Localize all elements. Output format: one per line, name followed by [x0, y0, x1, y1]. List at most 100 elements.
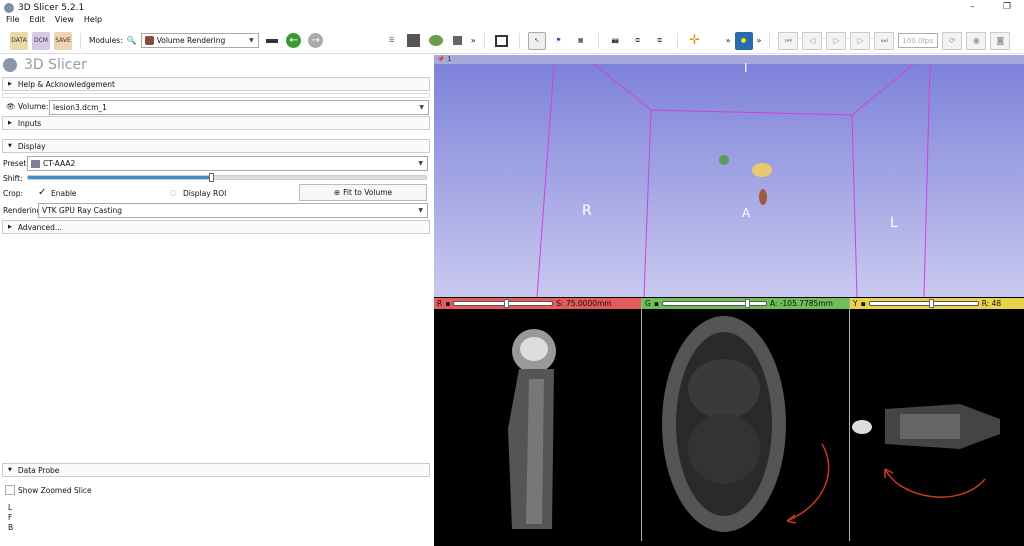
probe-info: L F B — [8, 503, 13, 533]
lesion-brown — [759, 189, 767, 205]
yellow-slice-bar[interactable]: Y ▪ R: 48 — [850, 298, 1024, 309]
first-frame-button[interactable]: ⏮ — [778, 31, 799, 50]
enable-checkbox[interactable]: ✓ — [38, 187, 46, 198]
crosshair-icon[interactable]: ✛ — [686, 32, 704, 50]
section-label: Data Probe — [17, 465, 60, 475]
slice-name: R — [437, 299, 443, 308]
volume-label: Volume: — [18, 102, 49, 111]
orientation-top: I — [744, 61, 748, 75]
annotation-arrow — [884, 468, 986, 498]
divider — [2, 93, 430, 98]
show-zoomed-slice-label: Show Zoomed Slice — [18, 486, 92, 495]
restore-button[interactable]: ❐ — [1003, 2, 1011, 12]
pin-icon[interactable]: ▪ — [861, 299, 866, 308]
pointer-mode-icon[interactable]: ↖ — [527, 31, 546, 50]
extensions-icon[interactable]: ● — [734, 31, 753, 50]
volumes-module-icon[interactable] — [405, 32, 423, 50]
layout-icon[interactable] — [493, 32, 511, 50]
preset-label: Preset: — [3, 159, 29, 168]
save-button[interactable]: SAVE — [54, 31, 72, 50]
data-module-icon[interactable]: ☰ — [383, 32, 401, 50]
red-slice-view[interactable] — [434, 309, 641, 541]
slice-name: G — [645, 299, 651, 308]
section-label: Display — [17, 141, 46, 151]
slice-slider-handle[interactable] — [929, 299, 935, 308]
load-data-button[interactable]: DATA — [10, 31, 28, 50]
volume-value: lesion3.dcm_1 — [53, 103, 107, 112]
slice-slider-handle[interactable] — [745, 299, 751, 308]
models-module-icon[interactable] — [427, 32, 445, 50]
data-probe-section-header[interactable]: ▼ Data Probe — [2, 463, 430, 477]
module-panel: 3D Slicer ▶ Help & Acknowledgement 👁 Volu… — [0, 55, 433, 546]
fps-input[interactable]: 100.0fps — [898, 33, 939, 48]
menu-file[interactable]: File — [6, 15, 19, 27]
shift-slider[interactable] — [27, 173, 427, 182]
view-index: 1 — [447, 56, 452, 63]
module-selected: Volume Rendering — [156, 36, 226, 45]
green-slice-view[interactable] — [642, 309, 849, 541]
rendering-selector[interactable]: VTK GPU Ray Casting ▼ — [38, 203, 428, 218]
menu-help[interactable]: Help — [84, 15, 102, 27]
probe-row: L — [8, 503, 13, 512]
orientation-left: R — [582, 203, 592, 219]
crop-label: Crop: — [3, 189, 24, 198]
next-frame-button[interactable]: ▷ — [850, 31, 871, 50]
fit-icon: ⊕ — [333, 188, 341, 197]
menu-bar: File Edit View Help — [0, 15, 102, 27]
display-section-header[interactable]: ▼ Display — [2, 139, 430, 153]
pin-icon[interactable]: ▪ — [654, 299, 659, 308]
display-roi-icon[interactable]: ◌ — [170, 188, 177, 197]
scene-view-icon[interactable]: ⧉ — [629, 32, 647, 50]
markup-place-icon[interactable]: ⚑ — [550, 32, 568, 50]
loop-button[interactable]: ⟳ — [942, 31, 963, 50]
3d-view[interactable] — [434, 64, 1024, 297]
green-slice-bar[interactable]: G ▪ A: -105.7785mm — [642, 298, 849, 309]
orientation-center: A — [742, 206, 751, 220]
module-search-icon[interactable]: 🔍 — [127, 36, 137, 45]
screenshot-icon[interactable]: 📷 — [607, 32, 625, 50]
volume-selector[interactable]: lesion3.dcm_1 ▼ — [49, 100, 429, 115]
more-toolbar-button-2[interactable]: » — [757, 36, 762, 45]
fit-to-volume-button[interactable]: ⊕ Fit to Volume — [299, 184, 427, 201]
show-zoomed-slice-checkbox[interactable] — [5, 485, 15, 495]
more-toolbar-button[interactable]: » — [726, 36, 731, 45]
preset-thumbnail-icon — [31, 159, 40, 168]
red-slice-bar[interactable]: R ▪ S: 75.0000mm — [434, 298, 641, 309]
more-modules-button[interactable]: » — [471, 36, 476, 45]
3d-view-bar[interactable]: 📌 1 — [434, 55, 1024, 64]
module-selector[interactable]: Volume Rendering ▼ — [140, 33, 259, 48]
forward-button[interactable]: → — [307, 32, 325, 50]
toolbar: DATA DCM SAVE Modules: 🔍 Volume Renderin… — [0, 28, 1024, 54]
preset-selector[interactable]: CT-AAA2 ▼ — [27, 156, 428, 171]
prev-frame-button[interactable]: ◁ — [802, 31, 823, 50]
dicom-button[interactable]: DCM — [32, 31, 50, 50]
annotation-arrow — [786, 443, 830, 522]
slider-handle[interactable] — [209, 173, 215, 182]
record-button[interactable]: ◉ — [966, 31, 987, 50]
pin-icon[interactable]: 📌 — [437, 56, 444, 63]
slice-offset: R: 48 — [981, 299, 1002, 308]
advanced-section-header[interactable]: ▶ Advanced... — [2, 220, 430, 234]
back-button[interactable]: ← — [285, 32, 303, 50]
help-section-header[interactable]: ▶ Help & Acknowledgement — [2, 77, 430, 91]
logo-text: 3D Slicer — [24, 57, 87, 73]
slider-fill — [28, 176, 212, 179]
transforms-module-icon[interactable] — [449, 32, 467, 50]
window-level-icon[interactable]: ▦ — [572, 32, 590, 50]
menu-view[interactable]: View — [55, 15, 74, 27]
scene-view-restore-icon[interactable]: ⧉ — [651, 32, 669, 50]
snapshot-button[interactable]: ◙ — [990, 31, 1011, 50]
last-frame-button[interactable]: ⏭ — [874, 31, 895, 50]
menu-edit[interactable]: Edit — [29, 15, 45, 27]
slice-slider-handle[interactable] — [504, 299, 510, 308]
eye-icon[interactable]: 👁 — [6, 102, 16, 111]
shift-label: Shift: — [3, 174, 23, 183]
play-button[interactable]: ▷ — [826, 31, 847, 50]
inputs-section-header[interactable]: ▶ Inputs — [2, 116, 430, 130]
module-history-icon[interactable] — [263, 32, 281, 50]
display-roi-label[interactable]: Display ROI — [183, 189, 226, 198]
yellow-slice-view[interactable] — [850, 309, 1024, 541]
slice-offset: A: -105.7785mm — [769, 299, 833, 308]
minimize-button[interactable]: – — [970, 2, 975, 12]
pin-icon[interactable]: ▪ — [445, 299, 450, 308]
